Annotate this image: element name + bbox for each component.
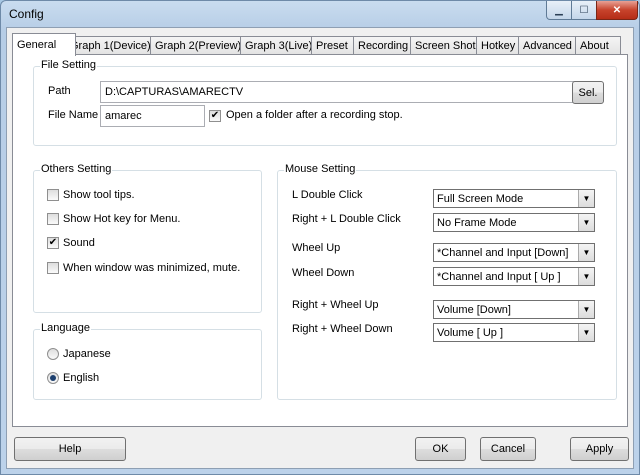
right-l-double-click-select[interactable]: No Frame Mode ▼ [433, 213, 595, 232]
language-title: Language [40, 322, 91, 334]
chevron-down-icon: ▼ [578, 244, 594, 261]
right-wheel-up-select[interactable]: Volume [Down] ▼ [433, 300, 595, 319]
file-name-label: File Name [48, 109, 99, 121]
select-path-button[interactable]: Sel. [572, 81, 604, 104]
sound-label: Sound [63, 237, 95, 249]
wheel-up-select[interactable]: *Channel and Input [Down] ▼ [433, 243, 595, 262]
apply-button[interactable]: Apply [570, 437, 629, 461]
file-name-input[interactable]: amarec [100, 105, 205, 127]
others-setting-title: Others Setting [40, 163, 113, 175]
check-icon: ✔ [48, 237, 58, 248]
show-tool-tips-label: Show tool tips. [63, 189, 135, 201]
select-value: *Channel and Input [ Up ] [437, 270, 561, 283]
chevron-down-icon: ▼ [578, 214, 594, 231]
check-icon: ✔ [210, 110, 220, 121]
title-bar[interactable]: Config [1, 1, 639, 27]
tab-label: Recording [358, 40, 409, 52]
minimize-button[interactable]: ▁ [546, 1, 572, 20]
japanese-label: Japanese [63, 348, 111, 360]
wheel-down-select[interactable]: *Channel and Input [ Up ] ▼ [433, 267, 595, 286]
path-label: Path [48, 85, 71, 97]
tab-label: Graph 3(Live) [245, 40, 313, 52]
tab-label: Graph 2(Preview) [155, 40, 242, 52]
wheel-up-label: Wheel Up [292, 242, 341, 254]
tab-general[interactable]: General [12, 33, 76, 56]
ok-button[interactable]: OK [415, 437, 466, 461]
wheel-down-label: Wheel Down [292, 267, 355, 279]
chevron-down-icon: ▼ [578, 190, 594, 207]
l-double-click-select[interactable]: Full Screen Mode ▼ [433, 189, 595, 208]
close-button[interactable]: ✕ [596, 1, 638, 20]
file-setting-title: File Setting [40, 59, 98, 71]
english-radio[interactable] [47, 372, 59, 384]
japanese-radio[interactable] [47, 348, 59, 360]
tab-label: Advanced [523, 40, 572, 52]
tab-graph1-device[interactable]: Graph 1(Device) [65, 36, 161, 55]
open-folder-checkbox[interactable]: ✔ [209, 110, 221, 122]
window-title: Config [9, 7, 44, 21]
right-wheel-up-label: Right + Wheel Up [292, 299, 379, 311]
sound-checkbox[interactable]: ✔ [47, 237, 59, 249]
select-value: Volume [ Up ] [437, 326, 504, 339]
right-l-double-click-label: Right + L Double Click [292, 213, 401, 225]
select-value: Full Screen Mode [437, 192, 524, 205]
tab-label: Screen Shot [415, 40, 476, 52]
l-double-click-label: L Double Click [292, 189, 363, 201]
tab-label: Hotkey [481, 40, 516, 52]
show-hot-key-label: Show Hot key for Menu. [63, 213, 181, 225]
language-group: Language Japanese English [33, 322, 262, 400]
chevron-down-icon: ▼ [578, 301, 594, 318]
tab-label: Preset [316, 40, 348, 52]
mute-when-minimized-checkbox[interactable] [47, 262, 59, 274]
close-icon: ✕ [612, 4, 622, 16]
tab-graph3-live[interactable]: Graph 3(Live) [240, 36, 322, 55]
others-setting-group: Others Setting Show tool tips. Show Hot … [33, 163, 262, 313]
right-wheel-down-select[interactable]: Volume [ Up ] ▼ [433, 323, 595, 342]
select-value: *Channel and Input [Down] [437, 246, 569, 259]
chevron-down-icon: ▼ [578, 324, 594, 341]
show-hot-key-checkbox[interactable] [47, 213, 59, 225]
tab-about[interactable]: About [575, 36, 621, 55]
mute-when-minimized-label: When window was minimized, mute. [63, 262, 241, 274]
cancel-button[interactable]: Cancel [480, 437, 536, 461]
show-tool-tips-checkbox[interactable] [47, 189, 59, 201]
file-setting-group: File Setting Path D:\CAPTURAS\AMARECTV S… [33, 59, 617, 146]
tab-strip: General Graph 1(Device) Graph 2(Preview)… [12, 33, 628, 56]
select-value: No Frame Mode [437, 216, 517, 229]
open-folder-label: Open a folder after a recording stop. [226, 109, 403, 121]
tab-graph2-preview[interactable]: Graph 2(Preview) [150, 36, 251, 55]
tab-label: Graph 1(Device) [70, 40, 151, 52]
select-value: Volume [Down] [437, 303, 511, 316]
tab-label: General [17, 39, 57, 51]
english-label: English [63, 372, 100, 384]
tab-label: About [580, 40, 609, 52]
chevron-down-icon: ▼ [578, 268, 594, 285]
maximize-icon: ☐ [579, 4, 589, 16]
maximize-button[interactable]: ☐ [571, 1, 597, 20]
help-button[interactable]: Help [14, 437, 126, 461]
path-input[interactable]: D:\CAPTURAS\AMARECTV [100, 81, 576, 103]
mouse-setting-group: Mouse Setting L Double Click Full Screen… [277, 163, 617, 400]
mouse-setting-title: Mouse Setting [284, 163, 357, 175]
minimize-icon: ▁ [555, 4, 563, 16]
right-wheel-down-label: Right + Wheel Down [292, 323, 393, 335]
